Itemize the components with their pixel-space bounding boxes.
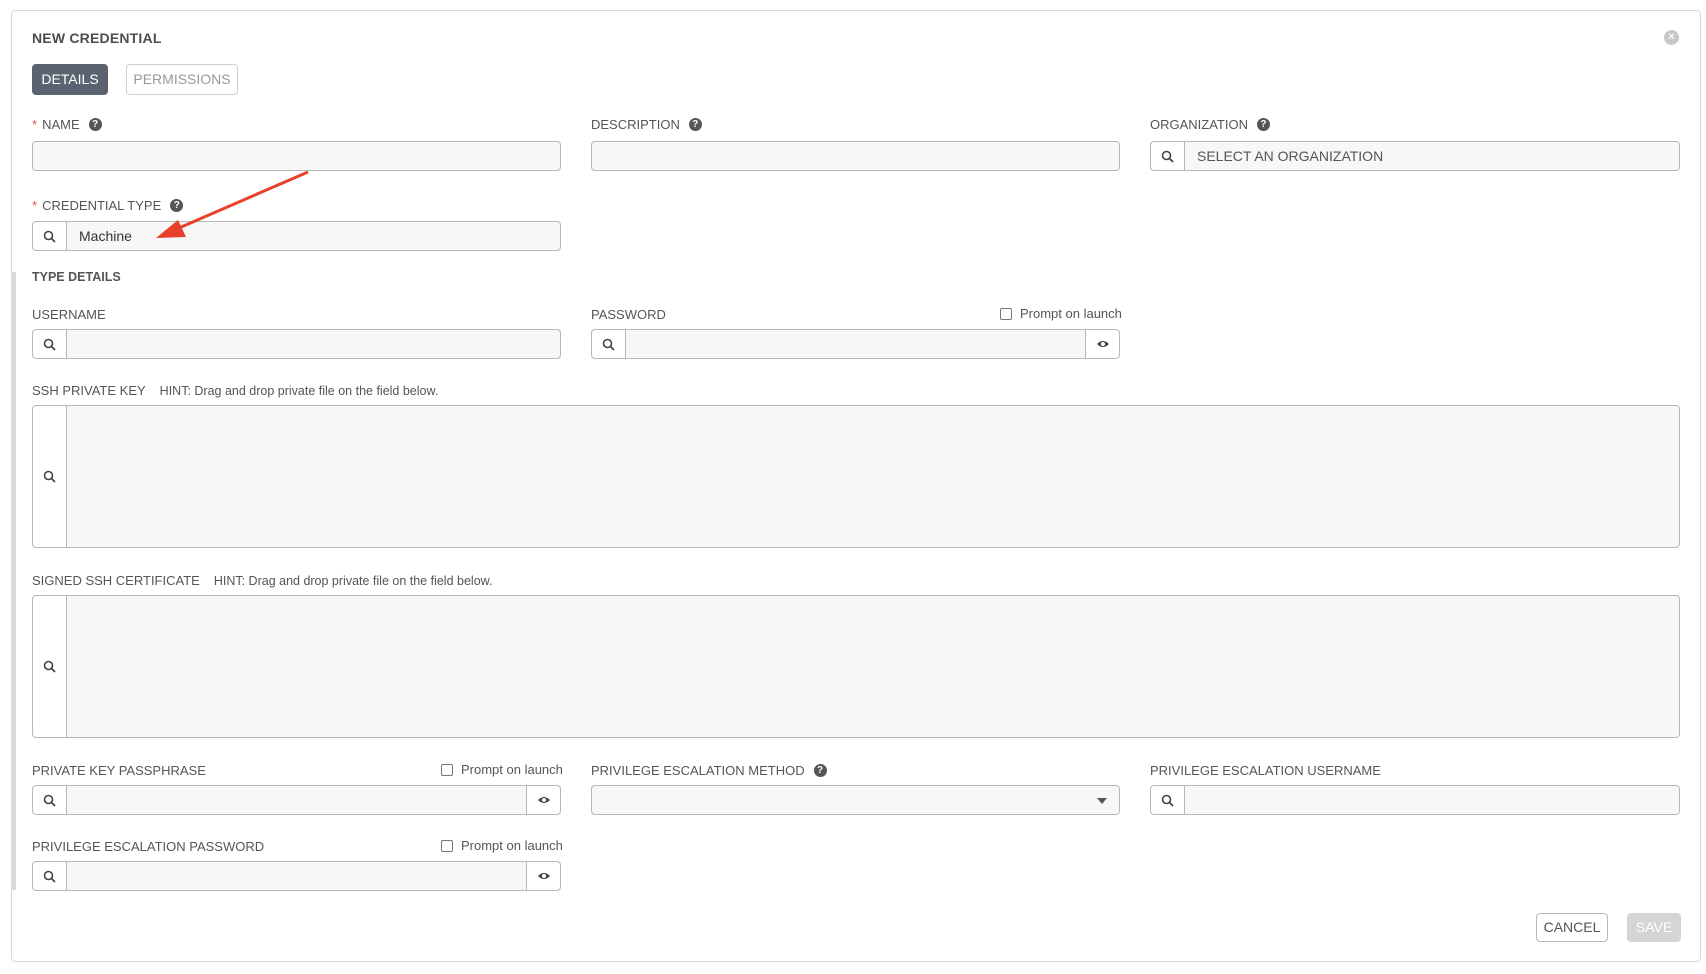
escalation-password-prompt-checkbox[interactable] — [441, 839, 453, 852]
help-icon[interactable]: ? — [688, 118, 702, 131]
search-icon[interactable] — [33, 406, 67, 547]
type-details-title: TYPE DETAILS — [32, 270, 121, 284]
password-field[interactable] — [591, 329, 1120, 359]
ssh-private-key-hint: HINT: Drag and drop private file on the … — [159, 383, 439, 398]
search-icon[interactable] — [1151, 142, 1185, 170]
description-field[interactable] — [591, 141, 1120, 171]
private-key-passphrase-field[interactable] — [32, 785, 561, 815]
search-icon[interactable] — [592, 330, 626, 358]
signed-ssh-certificate-hint: HINT: Drag and drop private file on the … — [213, 573, 493, 588]
name-label: * NAME ? — [32, 117, 102, 132]
private-key-passphrase-label: PRIVATE KEY PASSPHRASE — [32, 763, 206, 778]
credential-type-label-text: CREDENTIAL TYPE — [42, 198, 162, 213]
signed-ssh-certificate-label: SIGNED SSH CERTIFICATE HINT: Drag and dr… — [32, 573, 492, 588]
privilege-escalation-password-field[interactable] — [32, 861, 561, 891]
passphrase-prompt-checkbox[interactable] — [441, 763, 453, 776]
organization-placeholder: SELECT AN ORGANIZATION — [1197, 148, 1384, 164]
search-icon[interactable] — [33, 330, 67, 358]
search-icon[interactable] — [33, 596, 67, 737]
arrow-annotation — [156, 170, 309, 238]
escalation-password-prompt-label: Prompt on launch — [461, 838, 563, 853]
username-label: USERNAME — [32, 307, 106, 322]
tab-permissions[interactable]: PERMISSIONS — [126, 64, 238, 95]
search-icon[interactable] — [33, 862, 67, 890]
description-label: DESCRIPTION ? — [591, 117, 702, 132]
ssh-private-key-label-text: SSH PRIVATE KEY — [32, 383, 146, 398]
organization-label-text: ORGANIZATION — [1150, 117, 1248, 132]
eye-icon[interactable] — [1085, 330, 1119, 358]
password-prompt-checkbox[interactable] — [1000, 307, 1012, 320]
section-accent-bar — [11, 272, 16, 890]
password-label: PASSWORD — [591, 307, 666, 322]
search-icon[interactable] — [1151, 786, 1185, 814]
search-icon[interactable] — [33, 786, 67, 814]
ssh-private-key-label: SSH PRIVATE KEY HINT: Drag and drop priv… — [32, 383, 438, 398]
privilege-escalation-method-label-text: PRIVILEGE ESCALATION METHOD — [591, 763, 805, 778]
password-prompt-on-launch: Prompt on launch — [1000, 306, 1122, 321]
cancel-button[interactable]: CANCEL — [1536, 913, 1608, 942]
help-icon[interactable]: ? — [88, 118, 102, 131]
organization-label: ORGANIZATION ? — [1150, 117, 1270, 132]
privilege-escalation-username-field[interactable] — [1150, 785, 1680, 815]
name-field[interactable] — [32, 141, 561, 171]
passphrase-prompt-label: Prompt on launch — [461, 762, 563, 777]
chevron-down-icon — [1097, 798, 1107, 804]
eye-icon[interactable] — [526, 786, 560, 814]
search-icon[interactable] — [33, 222, 67, 250]
signed-ssh-certificate-field[interactable] — [32, 595, 1680, 738]
help-icon[interactable]: ? — [813, 764, 827, 777]
save-button[interactable]: SAVE — [1627, 913, 1681, 942]
credential-type-value: Machine — [79, 228, 132, 244]
organization-lookup[interactable]: SELECT AN ORGANIZATION — [1150, 141, 1680, 171]
required-asterisk: * — [32, 117, 38, 132]
close-icon[interactable]: × — [1664, 30, 1679, 45]
ssh-private-key-field[interactable] — [32, 405, 1680, 548]
signed-ssh-certificate-label-text: SIGNED SSH CERTIFICATE — [32, 573, 200, 588]
escalation-password-prompt-on-launch: Prompt on launch — [441, 838, 563, 853]
username-field[interactable] — [32, 329, 561, 359]
privilege-escalation-method-label: PRIVILEGE ESCALATION METHOD ? — [591, 763, 827, 778]
help-icon[interactable]: ? — [1256, 118, 1270, 131]
password-prompt-label: Prompt on launch — [1020, 306, 1122, 321]
description-label-text: DESCRIPTION — [591, 117, 680, 132]
privilege-escalation-username-label: PRIVILEGE ESCALATION USERNAME — [1150, 763, 1381, 778]
passphrase-prompt-on-launch: Prompt on launch — [441, 762, 563, 777]
name-label-text: NAME — [42, 117, 80, 132]
privilege-escalation-password-label: PRIVILEGE ESCALATION PASSWORD — [32, 839, 265, 854]
tab-details[interactable]: DETAILS — [32, 64, 108, 95]
eye-icon[interactable] — [526, 862, 560, 890]
dialog-title: NEW CREDENTIAL — [32, 30, 162, 46]
privilege-escalation-method-select[interactable] — [591, 785, 1120, 815]
required-asterisk: * — [32, 198, 38, 213]
